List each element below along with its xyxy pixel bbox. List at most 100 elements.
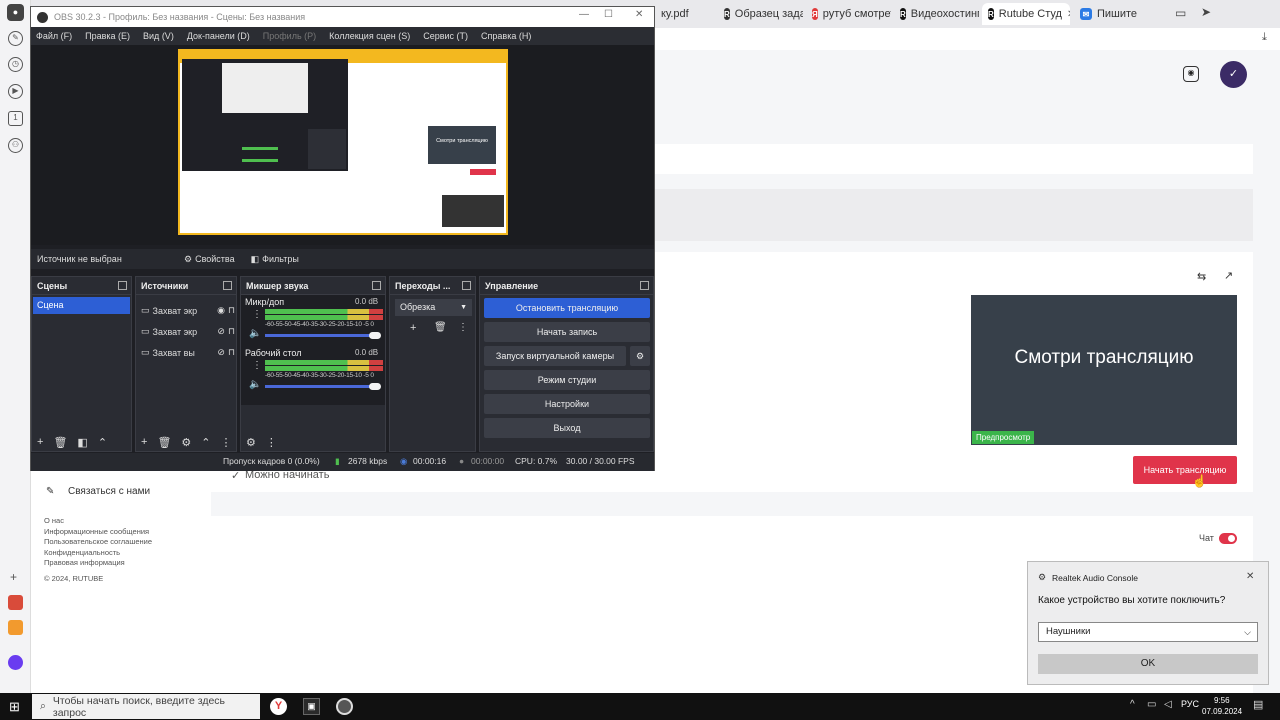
open-external-icon[interactable]: ↗: [1224, 269, 1233, 282]
dock-icon[interactable]: [118, 281, 127, 290]
properties-button[interactable]: ⚙ Свойства: [184, 254, 235, 265]
menu-docks[interactable]: Док-панели (D): [187, 31, 250, 41]
tab-menu-icon[interactable]: ▭: [1175, 6, 1186, 20]
more-icon[interactable]: ⋮: [252, 309, 262, 320]
speaker-icon[interactable]: 🔈: [249, 379, 261, 390]
link-icon[interactable]: ⚇: [8, 138, 23, 153]
studio-mode-button[interactable]: Режим студии: [484, 370, 650, 390]
obs-preview[interactable]: Смотри трансляцию: [31, 45, 654, 245]
footer-link[interactable]: Информационные сообщения: [44, 527, 152, 538]
more-icon[interactable]: ⋮: [266, 436, 277, 449]
stop-stream-button[interactable]: Остановить трансляцию: [484, 298, 650, 318]
browser-tab[interactable]: R Видеохостинг: [894, 3, 979, 25]
studio-icon[interactable]: ◉: [1183, 66, 1199, 82]
close-icon[interactable]: ✕: [1246, 571, 1254, 582]
app-window-icon[interactable]: ▣: [303, 698, 320, 715]
browser-tab-active[interactable]: R Rutube Студ ✕: [982, 3, 1070, 25]
lock-icon[interactable]: ⊓: [228, 305, 235, 316]
menu-help[interactable]: Справка (H): [481, 31, 531, 41]
chevron-up-icon[interactable]: ⌃: [201, 436, 210, 449]
alice-icon[interactable]: [8, 655, 23, 670]
play-icon[interactable]: ▶: [8, 84, 23, 99]
gear-icon[interactable]: ⚙: [181, 436, 191, 449]
volume-slider[interactable]: [265, 385, 373, 388]
more-icon[interactable]: ⋮: [252, 360, 262, 371]
menu-scene-collection[interactable]: Коллекция сцен (S): [329, 31, 410, 41]
chevron-up-icon[interactable]: ⌃: [98, 436, 107, 449]
notifications-icon[interactable]: ▤: [1253, 698, 1263, 711]
browser-tab[interactable]: ку.pdf: [655, 3, 715, 25]
clock-date[interactable]: 07.09.2024: [1202, 707, 1242, 716]
close-icon[interactable]: ✕: [635, 9, 643, 20]
start-record-button[interactable]: Начать запись: [484, 322, 650, 342]
clock-icon[interactable]: ◷: [8, 57, 23, 72]
minimize-icon[interactable]: —: [579, 9, 589, 20]
volume-knob[interactable]: [369, 383, 381, 390]
menu-profile[interactable]: Профиль (P): [263, 31, 316, 41]
lock-icon[interactable]: ⊓: [228, 347, 235, 358]
trash-icon[interactable]: 🗑: [53, 436, 67, 449]
volume-slider[interactable]: [265, 334, 373, 337]
browser-tab[interactable]: R Образец задан: [718, 3, 803, 25]
tray-arrow-icon[interactable]: ^: [1130, 699, 1135, 710]
menu-view[interactable]: Вид (V): [143, 31, 174, 41]
trash-icon[interactable]: 🗑: [157, 436, 171, 449]
source-item[interactable]: ▭ Захват вы ⊘ ⊓: [141, 342, 235, 363]
close-icon[interactable]: ✕: [1067, 9, 1070, 20]
virtual-camera-button[interactable]: Запуск виртуальной камеры: [484, 346, 626, 366]
windows-start-icon[interactable]: ⊞: [9, 699, 20, 715]
eye-off-icon[interactable]: ⊘: [217, 347, 225, 358]
maximize-icon[interactable]: ☐: [604, 9, 613, 20]
contact-link[interactable]: Связаться с нами: [68, 486, 150, 497]
lock-icon[interactable]: ⊓: [228, 326, 235, 337]
browser-tab[interactable]: Ярутуб смотреть: [806, 3, 891, 25]
yandex-browser-icon[interactable]: Y: [270, 698, 287, 715]
speaker-icon[interactable]: 🔈: [249, 328, 261, 339]
filters-button[interactable]: ◧ Фильтры: [251, 254, 299, 265]
volume-knob[interactable]: [369, 332, 381, 339]
add-icon[interactable]: +: [141, 436, 147, 448]
ok-button[interactable]: OK: [1038, 654, 1258, 674]
language-indicator[interactable]: РУС: [1181, 699, 1199, 709]
add-icon[interactable]: +: [37, 436, 43, 448]
trash-icon[interactable]: 🗑: [434, 322, 447, 333]
dock-icon[interactable]: [640, 281, 649, 290]
dock-icon[interactable]: [372, 281, 381, 290]
eye-off-icon[interactable]: ⊘: [217, 326, 225, 337]
dock-icon[interactable]: [462, 281, 471, 290]
add-icon[interactable]: +: [410, 322, 416, 334]
network-icon[interactable]: ▭: [1147, 699, 1156, 710]
transition-select[interactable]: Обрезка ▼: [395, 299, 472, 316]
dock-icon[interactable]: [223, 281, 232, 290]
footer-link[interactable]: Пользовательское соглашение: [44, 537, 152, 548]
source-item[interactable]: ▭ Захват экр ◉ ⊓: [141, 300, 235, 321]
scene-item[interactable]: Сцена: [33, 297, 130, 314]
menu-file[interactable]: Файл (F): [36, 31, 72, 41]
chat-toggle[interactable]: [1219, 533, 1237, 544]
clock-time[interactable]: 9:56: [1214, 696, 1230, 705]
more-icon[interactable]: ⋮: [458, 322, 468, 333]
menu-edit[interactable]: Правка (E): [85, 31, 130, 41]
counter-icon[interactable]: 1: [8, 111, 23, 126]
volume-icon[interactable]: ◁: [1164, 699, 1172, 710]
eye-icon[interactable]: ◉: [217, 305, 225, 316]
footer-link[interactable]: Конфиденциальность: [44, 548, 152, 559]
more-icon[interactable]: ⋮: [221, 436, 232, 449]
source-item[interactable]: ▭ Захват экр ⊘ ⊓: [141, 321, 235, 342]
contact-icon[interactable]: ✎: [46, 486, 54, 497]
market-icon[interactable]: [8, 620, 23, 635]
footer-link[interactable]: О нас: [44, 516, 152, 527]
share-icon[interactable]: ⇆: [1197, 270, 1206, 283]
start-stream-button[interactable]: Начать трансляцию: [1133, 456, 1237, 484]
profile-icon[interactable]: ●: [7, 4, 24, 21]
app-icon[interactable]: [8, 595, 23, 610]
add-icon[interactable]: +: [10, 570, 17, 584]
exit-button[interactable]: Выход: [484, 418, 650, 438]
device-select[interactable]: Наушники ⌵: [1038, 622, 1258, 642]
gear-icon[interactable]: ⚙: [630, 346, 650, 366]
filter-icon[interactable]: ◧: [77, 436, 87, 449]
settings-button[interactable]: Настройки: [484, 394, 650, 414]
browser-tab[interactable]: ✉ Пишите: [1074, 3, 1154, 25]
menu-tools[interactable]: Сервис (T): [423, 31, 468, 41]
gear-icon[interactable]: ⚙: [246, 436, 256, 449]
